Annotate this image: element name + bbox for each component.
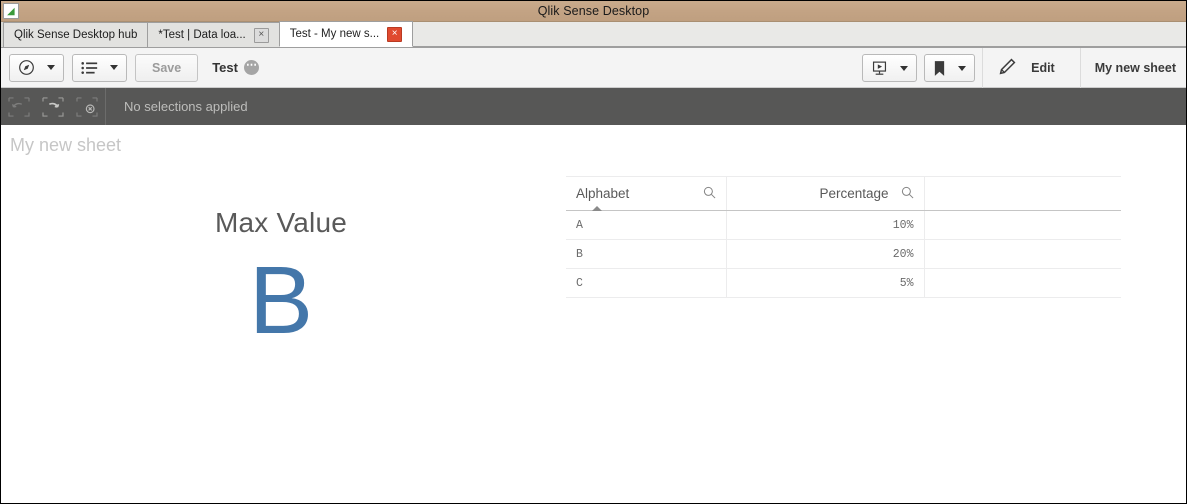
kpi-object[interactable]: Max Value B: [121, 207, 441, 407]
ellipsis-circle-icon[interactable]: ⋯: [243, 60, 259, 75]
storytelling-button[interactable]: [862, 54, 918, 82]
tab-label: *Test | Data loa...: [158, 29, 246, 41]
clear-all-selections-icon[interactable]: [75, 96, 99, 118]
sheet-title: My new sheet: [10, 135, 122, 155]
cell-percentage: 5%: [726, 268, 925, 298]
cell-empty: [924, 210, 1121, 240]
chevron-down-icon[interactable]: [43, 55, 63, 81]
cell-alphabet[interactable]: A: [566, 210, 727, 240]
tab-label: Qlik Sense Desktop hub: [14, 29, 138, 41]
bookmarks-button[interactable]: [924, 54, 976, 82]
selection-step-forward-icon[interactable]: [41, 96, 65, 118]
chevron-down-icon[interactable]: [106, 55, 126, 81]
search-icon[interactable]: [703, 186, 716, 202]
sheet-list-icon: [73, 55, 106, 81]
table-row[interactable]: B 20%: [566, 239, 1121, 269]
cell-alphabet[interactable]: B: [566, 239, 727, 269]
window-title-bar: ◢ Qlik Sense Desktop: [1, 1, 1186, 22]
selections-status-text: No selections applied: [124, 99, 248, 114]
window-title: Qlik Sense Desktop: [537, 4, 650, 18]
cell-percentage: 20%: [726, 239, 925, 269]
bookmark-icon: [925, 55, 954, 81]
tab-label: Test - My new s...: [289, 28, 380, 40]
app-toolbar: Save Test ⋯ Edit My new sheet: [1, 48, 1186, 88]
data-table: Alphabet Percentage A 10% B 20% C 5%: [566, 176, 1121, 298]
column-header-empty: [924, 176, 1121, 211]
app-name-label: Test: [212, 60, 238, 75]
tab-test-my-new-sheet[interactable]: Test - My new s... ×: [278, 21, 414, 47]
column-header-label: Alphabet: [576, 186, 630, 201]
column-header-percentage[interactable]: Percentage: [726, 176, 925, 211]
edit-label: Edit: [1031, 61, 1055, 75]
app-title: Test ⋯: [212, 60, 259, 75]
chevron-down-icon[interactable]: [896, 55, 916, 81]
cell-percentage: 10%: [726, 210, 925, 240]
sheet-canvas: My new sheet Max Value B Alphabet Percen…: [1, 125, 1186, 503]
navigation-menu-button[interactable]: [9, 53, 64, 82]
cell-empty: [924, 268, 1121, 298]
table-row[interactable]: C 5%: [566, 268, 1121, 298]
compass-navigation-icon: [10, 55, 43, 81]
sort-ascending-icon: [592, 206, 602, 211]
sheets-menu-button[interactable]: [72, 53, 127, 82]
table-header: Alphabet Percentage: [566, 176, 1121, 211]
tab-close-icon[interactable]: ×: [387, 26, 403, 42]
selections-bar: No selections applied: [1, 88, 1186, 125]
column-header-label: Percentage: [819, 186, 889, 201]
qlik-sense-desktop-window: ◢ Qlik Sense Desktop Qlik Sense Desktop …: [0, 0, 1187, 504]
selection-history-controls: [1, 88, 106, 125]
chevron-down-icon[interactable]: [954, 55, 974, 81]
browser-tab-strip: Qlik Sense Desktop hub *Test | Data loa.…: [1, 21, 1186, 48]
column-header-alphabet[interactable]: Alphabet: [566, 176, 727, 211]
table-body: A 10% B 20% C 5%: [566, 210, 1121, 298]
selection-step-back-icon[interactable]: [7, 96, 31, 118]
edit-sheet-button[interactable]: Edit: [982, 48, 1073, 88]
table-object[interactable]: Alphabet Percentage A 10% B 20% C 5%: [566, 176, 1121, 298]
tab-test-data-load[interactable]: *Test | Data loa... ×: [147, 22, 280, 47]
storytelling-icon: [863, 55, 896, 81]
save-button[interactable]: Save: [135, 53, 199, 82]
pencil-icon: [997, 57, 1017, 80]
kpi-value: B: [248, 247, 314, 354]
table-header-row: Alphabet Percentage: [566, 176, 1121, 211]
cell-empty: [924, 239, 1121, 269]
tab-close-icon[interactable]: ×: [253, 27, 269, 43]
cell-alphabet[interactable]: C: [566, 268, 727, 298]
current-sheet-button[interactable]: My new sheet: [1079, 48, 1186, 88]
search-icon[interactable]: [901, 186, 914, 202]
tab-strip-empty-area: [412, 22, 1186, 47]
table-row[interactable]: A 10%: [566, 210, 1121, 240]
kpi-label: Max Value: [214, 207, 347, 238]
tab-qlik-sense-desktop-hub[interactable]: Qlik Sense Desktop hub: [3, 22, 149, 47]
